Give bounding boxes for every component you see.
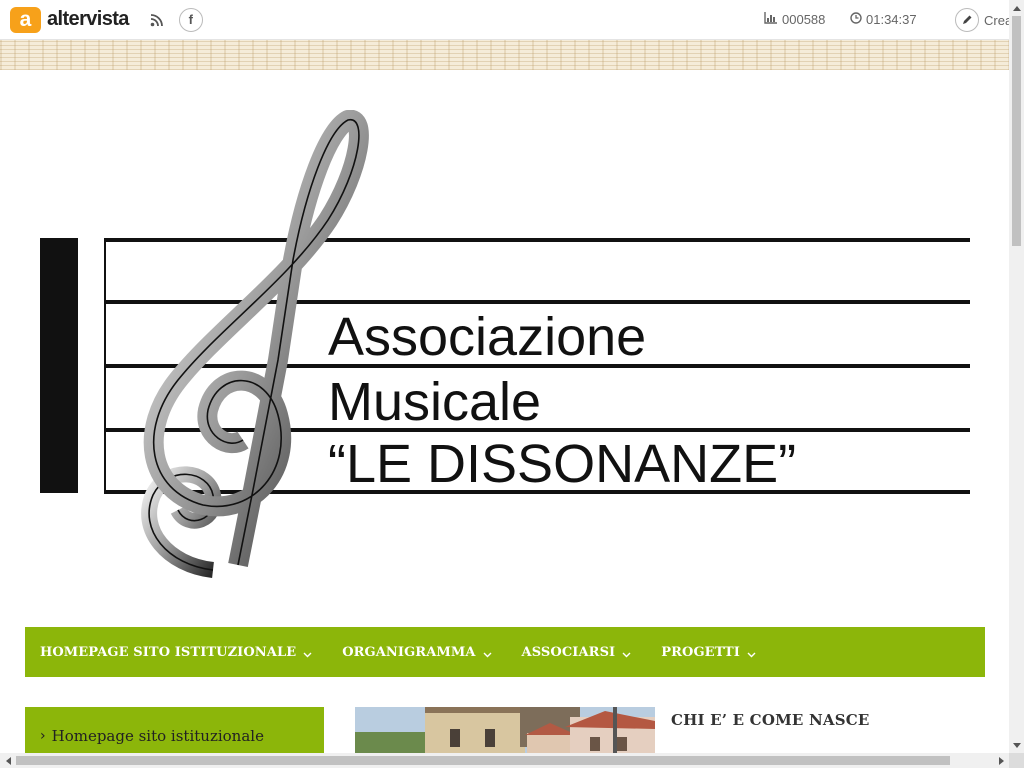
nav-item-label: HOMEPAGE SITO ISTITUZIONALE <box>40 644 297 660</box>
chevron-down-icon <box>483 648 492 657</box>
post-title[interactable]: CHI E’ E COME NASCE <box>671 711 870 729</box>
scroll-up-icon[interactable] <box>1009 0 1024 15</box>
visit-count: 000588 <box>782 12 826 27</box>
bar-chart-icon <box>764 12 778 27</box>
create-label: Crea <box>984 12 1013 28</box>
main-navigation: HOMEPAGE SITO ISTITUZIONALE ORGANIGRAMMA… <box>25 627 985 677</box>
association-logo[interactable]: Associazione Musicale “LE DISSONANZE” <box>38 109 973 580</box>
create-button[interactable]: Crea <box>955 8 1012 32</box>
altervista-topbar: a altervista f 000588 01:34:37 Crea <box>0 0 1012 40</box>
scroll-left-icon[interactable] <box>0 753 15 768</box>
nav-item-label: ORGANIGRAMMA <box>342 644 476 660</box>
nav-item-homepage[interactable]: HOMEPAGE SITO ISTITUZIONALE <box>40 645 312 660</box>
decorative-music-strip <box>0 40 1009 70</box>
chevron-down-icon <box>622 648 631 657</box>
logo-line-1: Associazione <box>328 307 646 367</box>
logo-line-3: “LE DISSONANZE” <box>328 434 796 494</box>
horizontal-scrollbar[interactable] <box>0 753 1009 768</box>
visit-counter: 000588 <box>764 12 825 27</box>
chevron-down-icon <box>303 648 312 657</box>
facebook-icon[interactable]: f <box>178 7 203 32</box>
chevron-down-icon <box>747 648 756 657</box>
scrollbar-corner <box>1009 753 1024 768</box>
nav-item-associarsi[interactable]: ASSOCIARSI <box>522 645 632 660</box>
scroll-right-icon[interactable] <box>994 753 1009 768</box>
altervista-logo-text: altervista <box>47 8 129 30</box>
rss-icon[interactable] <box>150 13 164 27</box>
chevron-right-icon: › <box>40 728 46 744</box>
pencil-icon <box>955 8 979 32</box>
clock-time: 01:34:37 <box>866 12 917 27</box>
vertical-scroll-thumb[interactable] <box>1012 16 1021 246</box>
nav-item-label: PROGETTI <box>661 644 740 660</box>
nav-item-organigramma[interactable]: ORGANIGRAMMA <box>342 644 492 660</box>
vertical-scrollbar[interactable] <box>1009 0 1024 753</box>
altervista-logo-icon: a <box>10 6 41 33</box>
clock-icon <box>850 12 862 27</box>
scroll-down-icon[interactable] <box>1009 738 1024 753</box>
sidebar-item-label: Homepage sito istituzionale <box>51 727 264 745</box>
horizontal-scroll-thumb[interactable] <box>16 756 950 765</box>
logo-line-2: Musicale <box>328 372 541 432</box>
clock-display: 01:34:37 <box>850 12 917 27</box>
sidebar-item-homepage[interactable]: › Homepage sito istituzionale <box>40 727 324 745</box>
altervista-logo[interactable]: a altervista <box>10 6 129 33</box>
nav-item-label: ASSOCIARSI <box>521 644 616 660</box>
nav-item-progetti[interactable]: PROGETTI <box>661 645 756 660</box>
